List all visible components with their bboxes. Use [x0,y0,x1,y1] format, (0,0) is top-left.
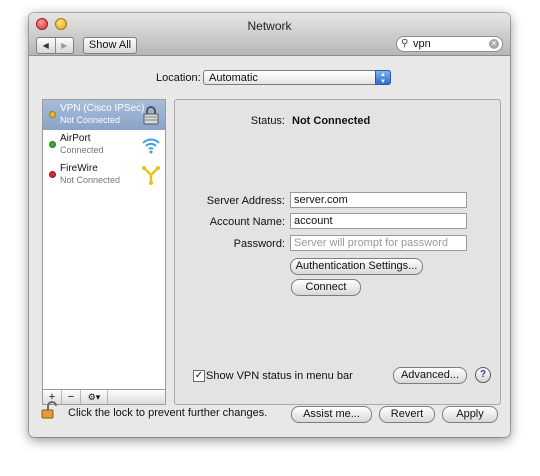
title-bar: Network ◀ ▶ Show All ⚲ vpn ✕ [29,13,510,56]
service-status: Not Connected [60,115,121,125]
firewire-icon [142,166,160,185]
service-item-firewire[interactable]: FireWire Not Connected [43,160,165,190]
wifi-icon [142,138,160,154]
clear-icon[interactable]: ✕ [489,39,499,49]
location-value: Automatic [209,72,258,84]
show-vpn-status-checkbox[interactable]: ✓ [193,370,205,382]
status-dot-yellow [49,111,56,118]
action-menu-button[interactable]: ⚙▾ [81,390,108,404]
status-dot-red [49,171,56,178]
forward-button[interactable]: ▶ [56,38,74,53]
service-item-airport[interactable]: AirPort Connected [43,130,165,160]
service-status: Connected [60,145,104,155]
search-input[interactable]: vpn [413,38,431,50]
password-field[interactable]: Server will prompt for password [290,235,467,251]
status-label: Status: [250,115,285,127]
show-vpn-status-label: Show VPN status in menu bar [206,370,353,382]
show-all-button[interactable]: Show All [83,37,137,54]
location-select[interactable]: Automatic ▲ ▼ [203,70,391,85]
service-detail-panel [174,99,501,405]
server-address-label: Server Address: [206,195,285,207]
service-name: AirPort [60,133,91,144]
server-address-field[interactable]: server.com [290,192,467,208]
search-field[interactable]: ⚲ vpn ✕ [396,36,503,52]
advanced-button[interactable]: Advanced... [393,367,467,384]
location-label: Location: [156,72,201,84]
popup-arrows-icon: ▲ ▼ [375,70,391,85]
password-label: Password: [233,238,285,250]
apply-button[interactable]: Apply [442,406,498,423]
account-name-field[interactable]: account [290,213,467,229]
authentication-settings-button[interactable]: Authentication Settings... [290,258,423,275]
service-name: VPN (Cisco IPSec) [60,103,145,114]
revert-button[interactable]: Revert [379,406,435,423]
connect-button[interactable]: Connect [291,279,361,296]
remove-service-button[interactable]: − [62,390,81,404]
service-list-toolbar: + − ⚙▾ [42,390,166,405]
service-name: FireWire [60,163,98,174]
back-forward-control: ◀ ▶ [36,37,74,54]
window-title: Network [247,19,292,33]
help-button[interactable]: ? [475,367,491,383]
service-list: VPN (Cisco IPSec) Not Connected AirPort … [42,99,166,390]
service-status: Not Connected [60,175,121,185]
lock-message: Click the lock to prevent further change… [68,407,268,419]
magnifier-icon: ⚲ [401,38,409,49]
network-preferences-window: Network ◀ ▶ Show All ⚲ vpn ✕ Location: A… [29,13,510,437]
account-name-label: Account Name: [209,216,285,228]
service-item-vpn[interactable]: VPN (Cisco IPSec) Not Connected [43,100,165,130]
lock-icon[interactable] [41,401,57,419]
status-dot-green [49,141,56,148]
lock-icon [143,106,159,125]
assist-me-button[interactable]: Assist me... [291,406,372,423]
status-value: Not Connected [292,115,371,127]
back-button[interactable]: ◀ [37,38,56,53]
